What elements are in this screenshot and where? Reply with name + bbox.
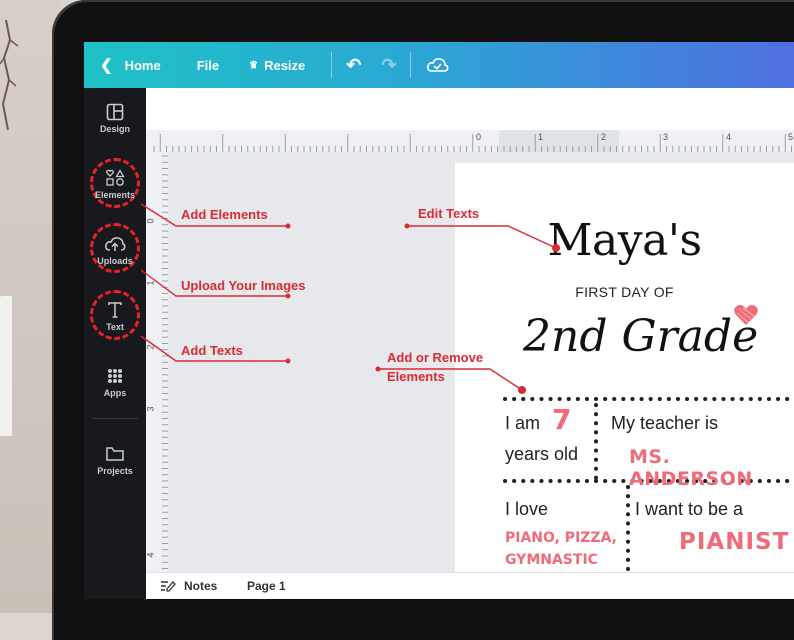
annotation-add-remove-line2: Elements <box>387 369 445 384</box>
annotation-add-texts: Add Texts <box>181 343 243 358</box>
annotation-add-elements: Add Elements <box>181 207 268 222</box>
annotation-add-remove-line1: Add or Remove <box>387 350 484 365</box>
annotation-edit-texts: Edit Texts <box>418 206 480 221</box>
annotation-upload-images: Upload Your Images <box>181 278 306 293</box>
annotation-arrows <box>140 203 560 394</box>
